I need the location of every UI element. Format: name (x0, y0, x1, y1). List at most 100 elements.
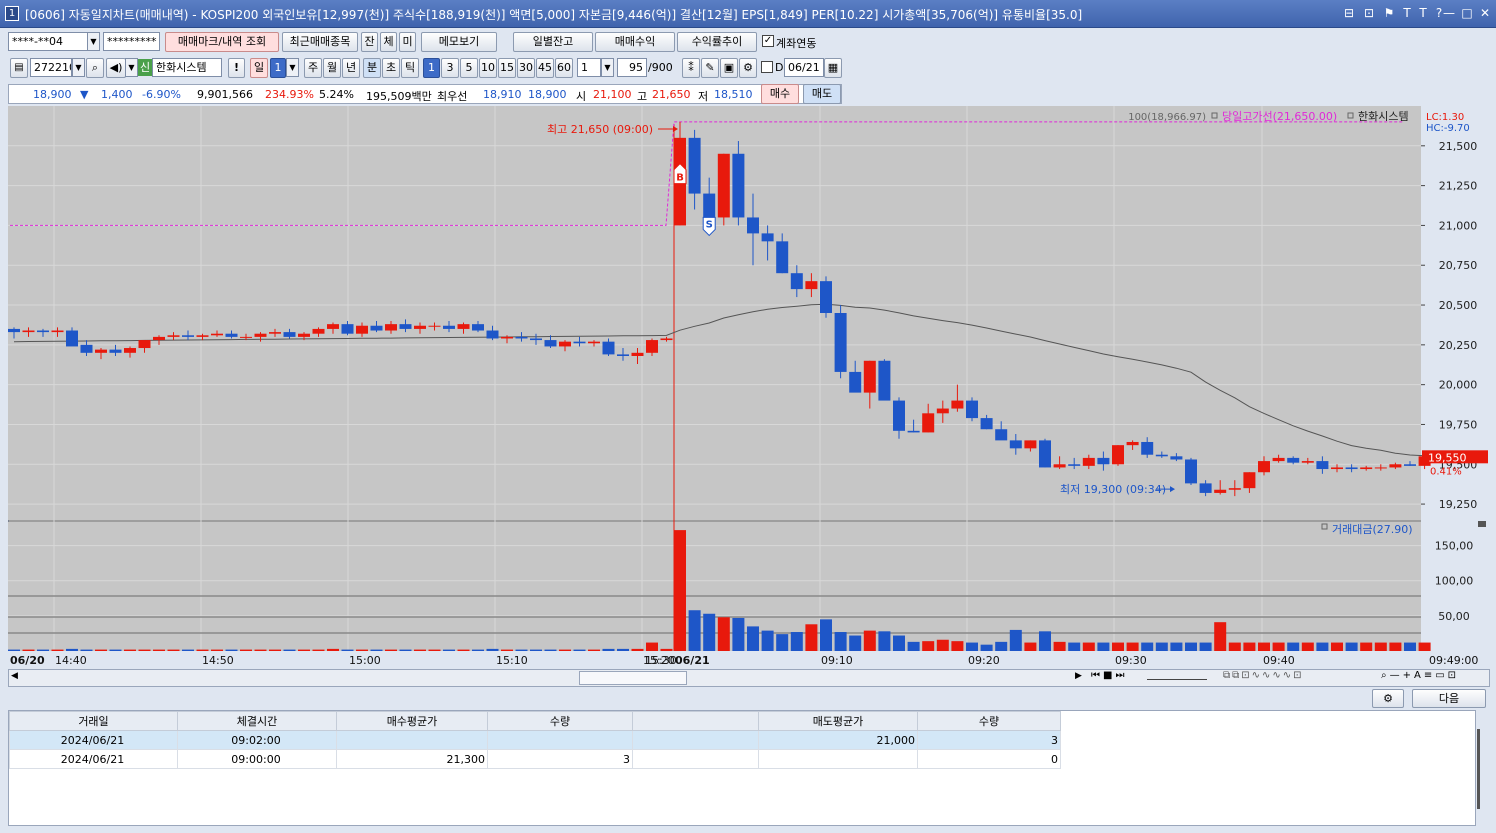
volume-bar (8, 649, 20, 651)
volume-bar (1112, 642, 1124, 651)
minute-3-button[interactable]: 3 (441, 58, 459, 78)
minute-1-button[interactable]: 1 (423, 58, 440, 78)
account-link-checkbox[interactable]: ✓ (762, 35, 774, 47)
close-icon[interactable]: ✕ (1477, 6, 1493, 20)
trade-profit-button[interactable]: 매매수익 (595, 32, 675, 52)
minute-10-button[interactable]: 10 (479, 58, 497, 78)
candle-body (240, 336, 252, 338)
memo-button[interactable]: 메모보기 (421, 32, 497, 52)
playback-icons[interactable]: ⏮■⏭ (1091, 670, 1127, 681)
col-exec-time: 체결시간 (177, 711, 337, 731)
font-icon[interactable]: T (1399, 6, 1415, 20)
current-price: 18,900 (33, 88, 72, 101)
period-week-button[interactable]: 주 (304, 58, 322, 78)
layout-icon[interactable]: ⊟ (1341, 6, 1357, 20)
x-tick-label: 09:30 (1115, 654, 1147, 667)
high-price: 21,650 (652, 88, 691, 101)
executed-button[interactable]: 체 (380, 32, 397, 52)
candle-chart[interactable]: 21,500 21,250 21,000 20,750 20,500 20,250 20,0… (8, 106, 1490, 668)
period-month-button[interactable]: 월 (323, 58, 341, 78)
candle-body (283, 332, 296, 337)
buy-button[interactable]: 매수 (761, 84, 799, 104)
code-search-icon[interactable]: ▤ (10, 58, 28, 78)
minute-5-button[interactable]: 5 (460, 58, 478, 78)
minute-60-button[interactable]: 60 (555, 58, 573, 78)
account-input[interactable]: ****-**04 (8, 32, 88, 51)
minute-30-button[interactable]: 30 (517, 58, 535, 78)
date-input[interactable]: 06/21 (784, 58, 824, 77)
gear-icon[interactable]: ⚙ (739, 58, 757, 78)
y-tick-label: 19,750 (1439, 418, 1478, 431)
calendar-icon[interactable]: ▦ (824, 58, 842, 78)
volume-bar (966, 642, 978, 651)
interval-input[interactable]: 1 (577, 58, 601, 77)
volume-bar (298, 649, 310, 651)
day-count-dropdown-icon[interactable]: ▼ (286, 58, 299, 77)
alert-icon[interactable]: ! (228, 58, 245, 78)
zoom-slider[interactable] (1147, 674, 1207, 680)
best-quote-label: 최우선 (437, 90, 468, 103)
maximize-icon[interactable]: □ (1459, 6, 1475, 20)
chart-scrollbar[interactable]: ◀ ▶ ⏮■⏭ ⧉⧉⊡∿∿∿∿⊡ ⌕—+A≡▭⊡ (8, 669, 1490, 687)
save-icon[interactable]: ▣ (720, 58, 738, 78)
scroll-thumb[interactable] (579, 671, 687, 685)
indicator-icon[interactable]: ⁑ (682, 58, 700, 78)
candle-body (1374, 467, 1387, 469)
candle-body (646, 340, 658, 353)
return-trend-button[interactable]: 수익률추이 (677, 32, 757, 52)
next-button[interactable]: 다음 (1412, 689, 1486, 708)
minute-15-button[interactable]: 15 (498, 58, 516, 78)
password-input[interactable]: ********* (103, 32, 160, 51)
settings-gear-icon[interactable]: ⚙ (1372, 689, 1404, 708)
blank-cell (632, 749, 759, 769)
volume-bar (893, 635, 905, 651)
trade-history-table: 거래일 체결시간 매수평균가 수량 매도평균가 수량 2024/06/21 09… (8, 710, 1480, 826)
buy-qty (487, 730, 633, 750)
x-tick-label: 09:10 (821, 654, 853, 667)
candle-body (922, 413, 935, 433)
highline-legend: 당일고가선(21,650.00) (1222, 109, 1337, 123)
minute-45-button[interactable]: 45 (536, 58, 554, 78)
zoom-tools-icons[interactable]: ⌕—+A≡▭⊡ (1381, 670, 1459, 681)
stock-code-input[interactable]: 272210 (30, 58, 72, 77)
sell-button[interactable]: 매도 (803, 84, 841, 104)
candle-body (385, 324, 397, 331)
float-icon[interactable]: ⊡ (1361, 6, 1377, 20)
unfilled-button[interactable]: 미 (399, 32, 416, 52)
table-scrollbar[interactable] (1477, 729, 1480, 809)
vol-tick-label: 100,00 (1435, 575, 1474, 588)
balance-button[interactable]: 잔 (361, 32, 378, 52)
period-second-button[interactable]: 초 (382, 58, 400, 78)
count-input[interactable]: 95 (617, 58, 647, 77)
volume-bar (1039, 631, 1051, 651)
pin-icon[interactable]: ⚑ (1381, 6, 1397, 20)
scroll-left-icon[interactable]: ◀ (11, 671, 18, 681)
candle-body (1360, 467, 1373, 470)
candle-body (1287, 457, 1300, 463)
code-dropdown-icon[interactable]: ▼ (72, 58, 85, 77)
minimize-icon[interactable]: — (1441, 6, 1457, 20)
scroll-right-icon[interactable]: ▶ (1075, 671, 1082, 681)
trade-mark-button[interactable]: 매매마크/내역 조회 (165, 32, 279, 52)
period-day-button[interactable]: 일 (250, 58, 268, 78)
day-count[interactable]: 1 (270, 58, 286, 78)
search-icon[interactable]: ⌕ (86, 58, 104, 78)
drawing-tools-icons[interactable]: ⧉⧉⊡∿∿∿∿⊡ (1223, 670, 1304, 681)
candle-body (1316, 461, 1329, 470)
table-row[interactable]: 2024/06/21 09:00:00 21,300 3 0 (9, 749, 1061, 769)
period-minute-button[interactable]: 분 (363, 58, 381, 78)
text-icon[interactable]: T (1415, 6, 1431, 20)
table-row[interactable]: 2024/06/21 09:02:00 21,000 3 (9, 730, 1061, 750)
sound-dropdown-icon[interactable]: ▼ (125, 58, 138, 77)
date-checkbox[interactable] (761, 61, 773, 73)
daily-balance-button[interactable]: 일별잔고 (513, 32, 593, 52)
period-year-button[interactable]: 년 (342, 58, 360, 78)
account-dropdown-icon[interactable]: ▼ (87, 32, 100, 51)
date-label: D (775, 61, 784, 74)
sound-icon[interactable]: ◀) (106, 58, 126, 78)
period-tick-button[interactable]: 틱 (401, 58, 419, 78)
draw-tool-icon[interactable]: ✎ (701, 58, 719, 78)
interval-dropdown-icon[interactable]: ▼ (601, 58, 614, 77)
recent-trades-button[interactable]: 최근매매종목 (282, 32, 358, 52)
candle-body (399, 324, 412, 329)
